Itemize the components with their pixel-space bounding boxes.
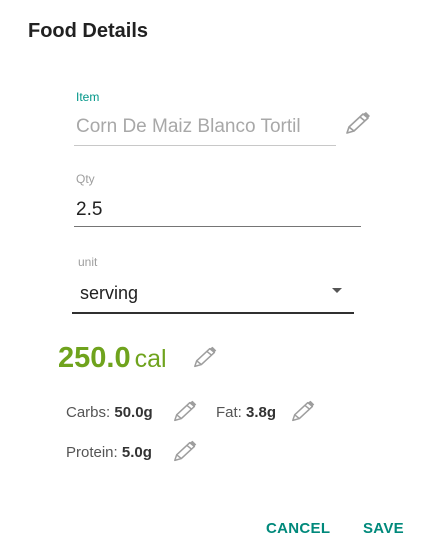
edit-calories-pencil-icon[interactable] [192, 346, 220, 375]
item-field-label: Item [76, 90, 100, 104]
calories-value: 250.0 [58, 342, 131, 374]
food-details-dialog: Food Details Item Corn De Maiz Blanco To… [0, 0, 426, 552]
dialog-title: Food Details [28, 20, 149, 42]
fat-macro: Fat: 3.8g [216, 404, 276, 421]
edit-item-pencil-icon[interactable] [344, 112, 374, 141]
protein-macro: Protein: 5.0g [66, 444, 152, 461]
edit-protein-pencil-icon[interactable] [172, 440, 200, 469]
qty-field-value[interactable]: 2.5 [76, 199, 102, 221]
calories-display: 250.0 cal [58, 342, 167, 375]
chevron-down-icon[interactable] [332, 288, 342, 293]
fat-value: 3.8g [246, 404, 277, 421]
fat-label: Fat: [216, 404, 242, 421]
unit-select-underline [72, 312, 354, 314]
protein-label: Protein: [66, 444, 118, 461]
carbs-value: 50.0g [114, 404, 153, 421]
protein-value: 5.0g [121, 444, 152, 461]
edit-carbs-pencil-icon[interactable] [172, 400, 200, 429]
item-field-underline [74, 145, 336, 146]
edit-fat-pencil-icon[interactable] [290, 400, 318, 429]
item-field-value[interactable]: Corn De Maiz Blanco Tortil [76, 116, 338, 138]
qty-field-underline [74, 226, 361, 227]
qty-field-label: Qty [76, 172, 95, 186]
unit-select-value[interactable]: serving [80, 283, 138, 304]
carbs-macro: Carbs: 50.0g [66, 404, 153, 421]
save-button[interactable]: SAVE [363, 520, 404, 537]
unit-field-label: unit [78, 255, 98, 269]
cancel-button[interactable]: CANCEL [266, 520, 330, 537]
calories-unit: cal [134, 345, 167, 373]
carbs-label: Carbs: [66, 404, 111, 421]
